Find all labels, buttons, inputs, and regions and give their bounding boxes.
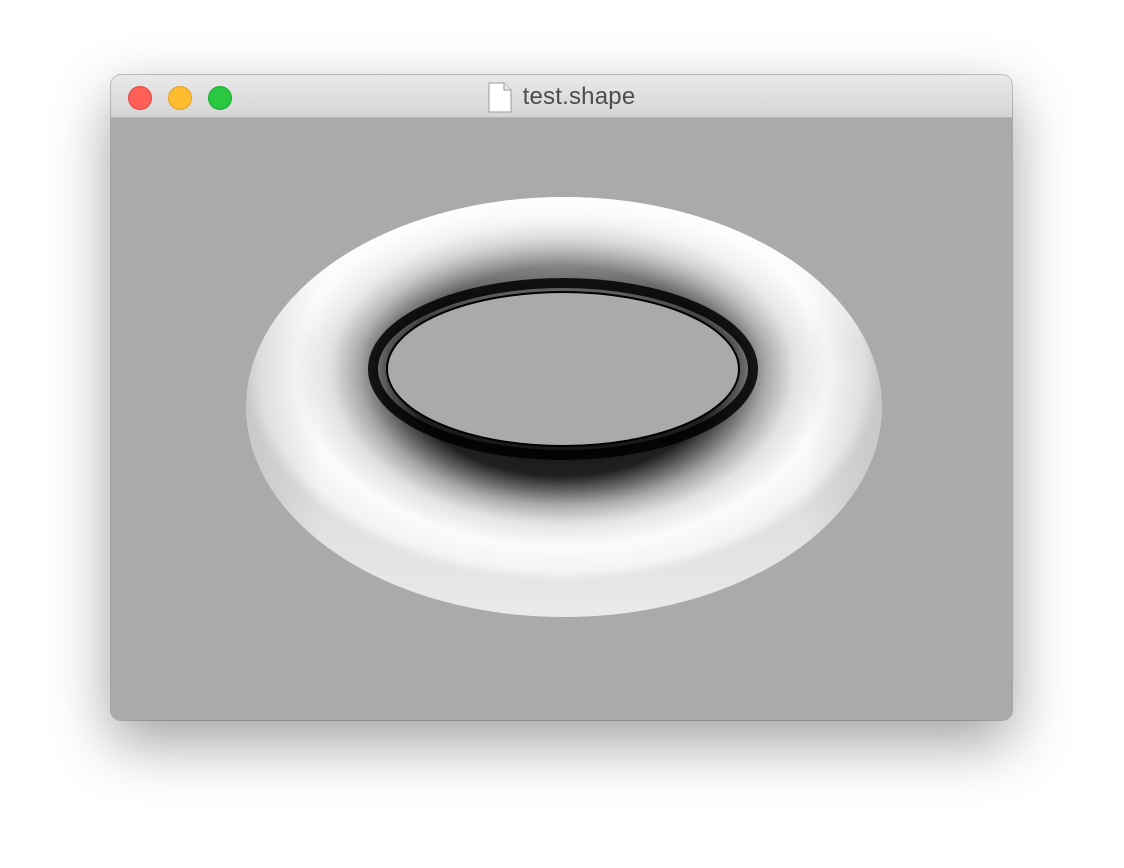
document-icon xyxy=(488,82,512,113)
torus-render xyxy=(246,197,882,617)
app-window: test.shape xyxy=(111,75,1012,720)
title-bar[interactable]: test.shape xyxy=(111,75,1012,118)
title-group: test.shape xyxy=(111,75,1012,118)
window-title: test.shape xyxy=(522,82,636,110)
render-viewport[interactable] xyxy=(111,118,1012,720)
torus-shape xyxy=(246,197,882,617)
